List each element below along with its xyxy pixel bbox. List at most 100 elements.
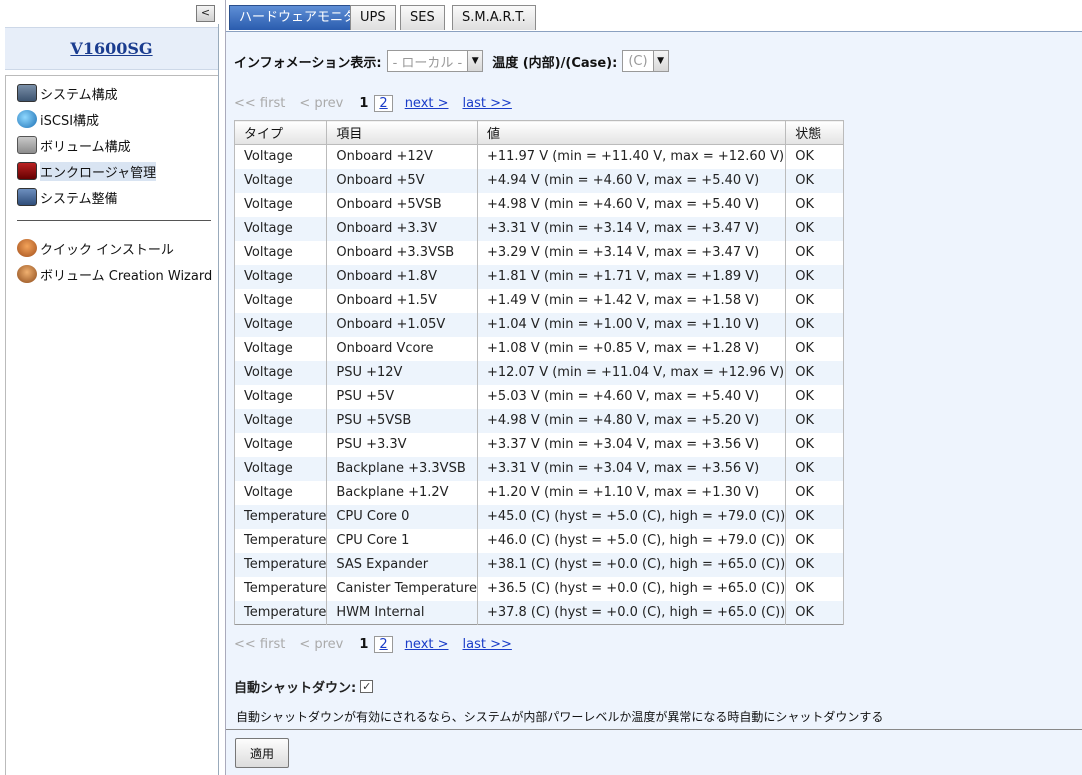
cell-status: OK xyxy=(785,576,845,601)
table-row: Voltage PSU +5V +5.03 V (min = +4.60 V, ma… xyxy=(233,384,845,409)
cell-item: PSU +3.3V xyxy=(326,432,478,457)
cell-item: Onboard +1.8V xyxy=(326,264,478,289)
cell-type: Voltage xyxy=(233,432,328,457)
cell-status: OK xyxy=(785,480,845,505)
pager-next[interactable]: next > xyxy=(405,637,449,652)
column-header-value: 値 xyxy=(476,120,787,145)
pager-page-2[interactable]: 2 xyxy=(374,635,393,653)
cell-status: OK xyxy=(785,288,845,313)
cell-item: PSU +5VSB xyxy=(326,408,478,433)
volume-wizard-icon xyxy=(17,265,37,283)
table-row: Temperature CPU Core 1 +46.0 (C) (hyst = +… xyxy=(233,528,845,553)
device-name-link[interactable]: V1600SG xyxy=(70,39,152,58)
table-row: Voltage PSU +12V +12.07 V (min = +11.04 V,… xyxy=(233,360,845,385)
pager-first: << first xyxy=(234,636,286,652)
sidebar-item-iscsi-config[interactable]: iSCSI構成 xyxy=(17,108,99,130)
sidebar-topbar: < xyxy=(0,0,219,24)
pager-current-page: 1 xyxy=(359,636,369,652)
pager-top: << first < prev 1 2 next > last >> xyxy=(234,92,526,114)
pager-current-page: 1 xyxy=(359,95,369,111)
cell-value: +36.5 (C) (hyst = +0.0 (C), high = +65.0… xyxy=(476,576,787,601)
table-header-row: タイプ 項目 値 状態 xyxy=(233,120,845,145)
pager-last[interactable]: last >> xyxy=(463,637,512,652)
pager-prev: < prev xyxy=(299,95,344,111)
sidebar-item-system-config[interactable]: システム構成 xyxy=(17,82,118,104)
table-row: Voltage Onboard +5V +4.94 V (min = +4.60 V… xyxy=(233,168,845,193)
cell-type: Voltage xyxy=(233,168,328,193)
table-row: Voltage Onboard +5VSB +4.98 V (min = +4.60… xyxy=(233,192,845,217)
column-header-item: 項目 xyxy=(326,120,478,145)
cell-item: Onboard +1.05V xyxy=(326,312,478,337)
info-display-select-value: - ローカル - xyxy=(392,55,463,71)
cell-item: SAS Expander xyxy=(326,552,478,577)
footer-divider xyxy=(226,729,1082,730)
table-row: Temperature SAS Expander +38.1 (C) (hyst =… xyxy=(233,552,845,577)
cell-type: Voltage xyxy=(233,408,328,433)
pager-next[interactable]: next > xyxy=(405,96,449,111)
iscsi-globe-icon xyxy=(17,110,37,128)
pager-last[interactable]: last >> xyxy=(463,96,512,111)
cell-type: Voltage xyxy=(233,216,328,241)
sidebar-item-enclosure-management[interactable]: エンクロージャ管理 xyxy=(17,160,157,182)
table-row: Voltage Onboard +1.05V +1.04 V (min = +1.0… xyxy=(233,312,845,337)
table-row: Temperature CPU Core 0 +45.0 (C) (hyst = +… xyxy=(233,504,845,529)
auto-shutdown-label: 自動シャットダウン: xyxy=(234,680,357,696)
cell-status: OK xyxy=(785,336,845,361)
cell-item: Backplane +3.3VSB xyxy=(326,456,478,481)
auto-shutdown-checkbox[interactable]: ✓ xyxy=(360,679,374,693)
cell-status: OK xyxy=(785,264,845,289)
tab-hardware-monitor[interactable]: ハードウェアモニタ xyxy=(229,5,367,30)
cell-status: OK xyxy=(785,312,845,337)
cell-type: Voltage xyxy=(233,192,328,217)
cell-status: OK xyxy=(785,384,845,409)
sidebar: < V1600SG システム構成 iSCSI構成 ボリューム構成 エンクロージャ… xyxy=(0,0,219,775)
cell-type: Temperature xyxy=(233,552,328,577)
cell-item: Onboard +12V xyxy=(326,144,478,169)
sidebar-item-system-maintenance[interactable]: システム整備 xyxy=(17,186,118,208)
sidebar-item-volume-wizard[interactable]: ボリューム Creation Wizard xyxy=(17,263,212,285)
cell-value: +3.31 V (min = +3.04 V, max = +3.56 V) xyxy=(476,456,787,481)
cell-type: Voltage xyxy=(233,312,328,337)
cell-status: OK xyxy=(785,240,845,265)
temperature-unit-select[interactable]: (C) ▼ xyxy=(622,50,669,72)
sidebar-item-label: エンクロージャ管理 xyxy=(40,161,157,181)
pager-prev: < prev xyxy=(299,636,344,652)
collapse-sidebar-button[interactable]: < xyxy=(196,5,215,22)
cell-item: Onboard +3.3VSB xyxy=(326,240,478,265)
tab-ses[interactable]: SES xyxy=(400,5,445,30)
cell-value: +5.03 V (min = +4.60 V, max = +5.40 V) xyxy=(476,384,787,409)
apply-button[interactable]: 適用 xyxy=(235,738,289,768)
sidebar-item-label: システム構成 xyxy=(40,87,118,103)
cell-type: Voltage xyxy=(233,264,328,289)
cell-type: Temperature xyxy=(233,528,328,553)
table-row: Voltage Onboard +1.5V +1.49 V (min = +1.42… xyxy=(233,288,845,313)
system-config-icon xyxy=(17,84,37,102)
sidebar-item-quick-install[interactable]: クイック インストール xyxy=(17,237,174,259)
cell-type: Voltage xyxy=(233,456,328,481)
cell-value: +1.08 V (min = +0.85 V, max = +1.28 V) xyxy=(476,336,787,361)
enclosure-monitor-icon xyxy=(17,162,37,180)
info-display-select[interactable]: - ローカル - ▼ xyxy=(386,50,484,72)
pager-page-2[interactable]: 2 xyxy=(374,94,393,112)
column-header-status: 状態 xyxy=(785,120,845,145)
table-row: Voltage Onboard +3.3VSB +3.29 V (min = +3.… xyxy=(233,240,845,265)
tab-ups[interactable]: UPS xyxy=(350,5,396,30)
cell-status: OK xyxy=(785,360,845,385)
cell-status: OK xyxy=(785,216,845,241)
sidebar-item-label: ボリューム Creation Wizard xyxy=(40,268,213,284)
cell-item: HWM Internal xyxy=(326,600,478,625)
cell-item: PSU +12V xyxy=(326,360,478,385)
device-header: V1600SG xyxy=(5,27,218,70)
sidebar-item-label: iSCSI構成 xyxy=(40,113,100,129)
table-row: Voltage Onboard Vcore +1.08 V (min = +0.85… xyxy=(233,336,845,361)
tab-smart[interactable]: S.M.A.R.T. xyxy=(452,5,536,30)
cell-value: +11.97 V (min = +11.40 V, max = +12.60 V… xyxy=(476,144,787,169)
sidebar-item-volume-config[interactable]: ボリューム構成 xyxy=(17,134,131,156)
cell-value: +3.37 V (min = +3.04 V, max = +3.56 V) xyxy=(476,432,787,457)
table-row: Voltage Onboard +3.3V +3.31 V (min = +3.14… xyxy=(233,216,845,241)
cell-value: +3.29 V (min = +3.14 V, max = +3.47 V) xyxy=(476,240,787,265)
table-row: Temperature Canister Temperature +36.5 (C)… xyxy=(233,576,845,601)
cell-value: +1.49 V (min = +1.42 V, max = +1.58 V) xyxy=(476,288,787,313)
table-row: Voltage Backplane +1.2V +1.20 V (min = +1.… xyxy=(233,480,845,505)
cell-value: +4.98 V (min = +4.60 V, max = +5.40 V) xyxy=(476,192,787,217)
